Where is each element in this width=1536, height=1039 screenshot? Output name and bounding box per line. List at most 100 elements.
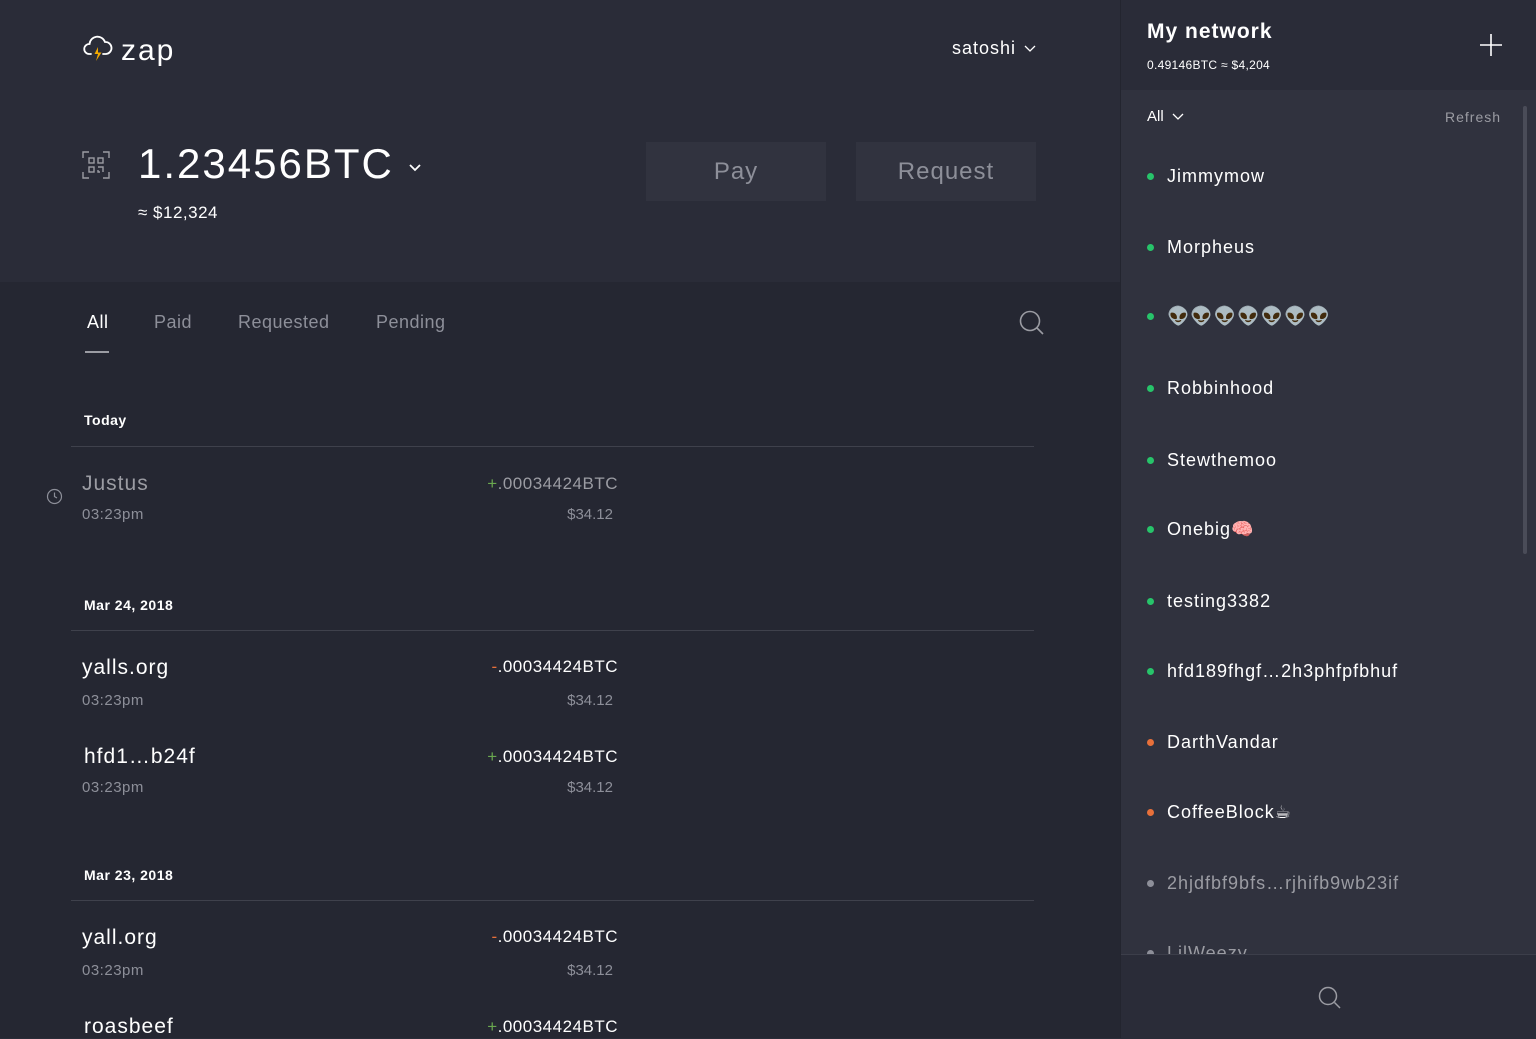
qr-code-icon[interactable] <box>82 151 110 184</box>
peer-item[interactable]: 👽👽👽👽👽👽👽 <box>1147 306 1331 327</box>
request-button[interactable]: Request <box>856 142 1036 201</box>
status-dot <box>1147 598 1154 605</box>
status-dot <box>1147 385 1154 392</box>
transaction-amount: -.00034424BTC <box>491 927 618 947</box>
status-dot <box>1147 173 1154 180</box>
divider <box>71 446 1034 447</box>
amount-value: .00034424BTC <box>497 747 618 766</box>
peer-item[interactable]: Stewthemoo <box>1147 450 1277 471</box>
peer-name: hfd189fhgf…2h3phfpfbhuf <box>1167 661 1399 681</box>
network-sidebar: My network 0.49146BTC ≈ $4,204 All Refre… <box>1120 0 1536 1039</box>
balance-selector[interactable]: 1.23456BTC <box>138 140 422 188</box>
network-title: My network <box>1147 20 1273 43</box>
user-menu[interactable]: satoshi <box>952 38 1036 59</box>
active-tab-indicator <box>85 351 109 353</box>
transaction-time: 03:23pm <box>82 506 144 523</box>
status-dot <box>1147 313 1154 320</box>
amount-sign: + <box>487 747 498 766</box>
peer-item[interactable]: LilWeezy <box>1147 943 1248 954</box>
tab-pending[interactable]: Pending <box>376 312 446 333</box>
transaction-name[interactable]: yall.org <box>82 926 158 950</box>
network-balance: 0.49146BTC ≈ $4,204 <box>1147 58 1271 72</box>
peer-item[interactable]: Jimmymow <box>1147 166 1265 187</box>
status-dot <box>1147 880 1154 887</box>
divider <box>71 900 1034 901</box>
transaction-time: 03:23pm <box>82 779 144 796</box>
network-filter-dropdown[interactable]: All <box>1147 108 1184 125</box>
add-channel-button[interactable] <box>1479 33 1503 62</box>
transaction-fiat: $34.12 <box>567 779 613 796</box>
wallet-balance-fiat: ≈ $12,324 <box>138 203 219 222</box>
peer-name: 2hjdfbf9bfs…rjhifb9wb23if <box>1167 873 1400 893</box>
peer-name: DarthVandar <box>1167 732 1279 752</box>
transaction-amount: +.00034424BTC <box>487 474 618 494</box>
transaction-name[interactable]: yalls.org <box>82 656 169 680</box>
search-icon[interactable] <box>1019 310 1045 341</box>
chevron-down-icon <box>1172 113 1184 120</box>
date-header: Mar 23, 2018 <box>84 867 174 883</box>
peer-item[interactable]: Onebig🧠 <box>1147 519 1254 540</box>
status-dot <box>1147 809 1154 816</box>
peer-item[interactable]: DarthVandar <box>1147 732 1279 753</box>
peer-list: Jimmymow Morpheus 👽👽👽👽👽👽👽 Robbinhood Ste… <box>1121 140 1521 954</box>
peer-name: Stewthemoo <box>1167 450 1278 470</box>
cloud-lightning-icon <box>83 33 113 68</box>
pay-button[interactable]: Pay <box>646 142 826 201</box>
search-icon[interactable] <box>1318 986 1342 1015</box>
amount-value: .00034424BTC <box>497 474 618 493</box>
date-header: Today <box>84 412 127 428</box>
plus-icon <box>1480 34 1502 56</box>
divider <box>71 630 1034 631</box>
transaction-fiat: $34.12 <box>567 506 613 523</box>
amount-sign: + <box>487 1017 498 1036</box>
tab-requested[interactable]: Requested <box>238 312 330 333</box>
peer-item[interactable]: Morpheus <box>1147 237 1255 258</box>
peer-name: Robbinhood <box>1167 378 1275 398</box>
peer-name: Jimmymow <box>1167 166 1265 186</box>
peer-item[interactable]: testing3382 <box>1147 591 1271 612</box>
peer-item[interactable]: CoffeeBlock☕ <box>1147 802 1292 823</box>
date-header: Mar 24, 2018 <box>84 597 174 613</box>
transaction-name[interactable]: Justus <box>82 472 149 496</box>
status-dot <box>1147 457 1154 464</box>
peer-list-scrollbar[interactable] <box>1523 106 1527 554</box>
chevron-down-icon <box>1024 45 1036 52</box>
transaction-name[interactable]: roasbeef <box>84 1015 174 1039</box>
status-dot <box>1147 526 1154 533</box>
transaction-fiat: $34.12 <box>567 692 613 709</box>
transaction-amount: -.00034424BTC <box>491 657 618 677</box>
clock-icon <box>46 488 63 510</box>
network-footer <box>1121 954 1536 1039</box>
tab-paid[interactable]: Paid <box>154 312 192 333</box>
peer-name: CoffeeBlock☕ <box>1167 802 1292 822</box>
main-panel: zap satoshi 1.23456BTC ≈ $12,324 Pay Req… <box>0 0 1120 1038</box>
app-name: zap <box>121 33 176 67</box>
transaction-time: 03:23pm <box>82 962 144 979</box>
peer-item[interactable]: Robbinhood <box>1147 378 1274 399</box>
username: satoshi <box>952 38 1017 58</box>
network-filter-value: All <box>1147 108 1164 125</box>
app-logo: zap <box>83 33 175 68</box>
chevron-down-icon <box>409 163 421 171</box>
status-dot <box>1147 668 1154 675</box>
wallet-balance: 1.23456BTC <box>138 140 394 187</box>
amount-value: .00034424BTC <box>497 927 618 946</box>
amount-value: .00034424BTC <box>497 657 618 676</box>
peer-name: Morpheus <box>1167 237 1256 257</box>
peer-name: Onebig🧠 <box>1167 519 1255 539</box>
refresh-button[interactable]: Refresh <box>1445 109 1501 125</box>
peer-item[interactable]: hfd189fhgf…2h3phfpfbhuf <box>1147 661 1398 682</box>
transaction-amount: +.00034424BTC <box>487 747 618 767</box>
transaction-name[interactable]: hfd1…b24f <box>84 745 196 769</box>
status-dot <box>1147 244 1154 251</box>
amount-sign: + <box>487 474 498 493</box>
transaction-time: 03:23pm <box>82 692 144 709</box>
peer-name: testing3382 <box>1167 591 1272 611</box>
peer-name: LilWeezy <box>1167 943 1248 954</box>
network-header: My network 0.49146BTC ≈ $4,204 <box>1121 0 1536 90</box>
peer-item[interactable]: 2hjdfbf9bfs…rjhifb9wb23if <box>1147 873 1399 894</box>
tab-all[interactable]: All <box>87 312 109 333</box>
transaction-fiat: $34.12 <box>567 962 613 979</box>
status-dot <box>1147 739 1154 746</box>
peer-name: 👽👽👽👽👽👽👽 <box>1167 306 1331 326</box>
